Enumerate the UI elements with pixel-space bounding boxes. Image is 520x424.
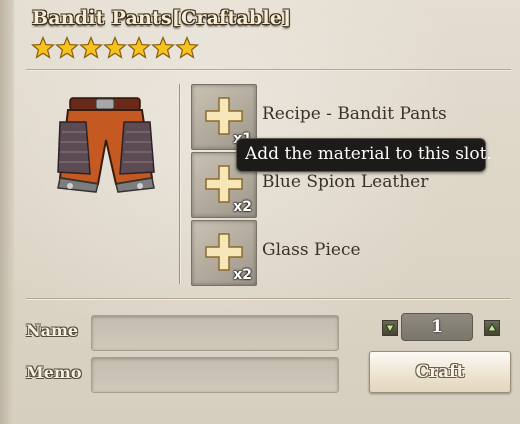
- plus-icon: [205, 233, 243, 271]
- memo-input[interactable]: [91, 357, 339, 393]
- divider: [26, 69, 511, 70]
- star-icon: [175, 36, 199, 59]
- item-title: Bandit Pants[Craftable]: [32, 7, 292, 29]
- star-icon: [79, 36, 103, 59]
- arrow-up-icon[interactable]: [484, 320, 500, 336]
- divider: [26, 298, 511, 299]
- pants-icon: [57, 97, 155, 193]
- material-name: Blue Spion Leather: [262, 172, 429, 192]
- name-input[interactable]: [91, 315, 339, 351]
- star-icon: [31, 36, 55, 59]
- quantity-value[interactable]: 1: [401, 313, 473, 341]
- material-qty: x2: [233, 267, 252, 283]
- star-icon: [55, 36, 79, 59]
- star-icon: [127, 36, 151, 59]
- material-qty: x2: [233, 199, 252, 215]
- material-slot-3[interactable]: x2: [191, 220, 257, 286]
- crafting-panel: Bandit Pants[Craftable] x1 Recipe -: [0, 0, 520, 424]
- tooltip: Add the material to this slot.: [236, 138, 492, 172]
- plus-icon: [205, 97, 243, 135]
- arrow-down-icon[interactable]: [382, 320, 398, 336]
- craft-button[interactable]: Craft: [369, 351, 511, 393]
- star-icon: [103, 36, 127, 59]
- name-label: Name: [26, 321, 79, 340]
- material-name: Recipe - Bandit Pants: [262, 104, 447, 124]
- panel-edge: [0, 0, 14, 424]
- divider: [179, 84, 180, 284]
- star-rating: [31, 36, 199, 60]
- memo-label: Memo: [26, 363, 82, 382]
- material-name: Glass Piece: [262, 240, 361, 260]
- star-icon: [151, 36, 175, 59]
